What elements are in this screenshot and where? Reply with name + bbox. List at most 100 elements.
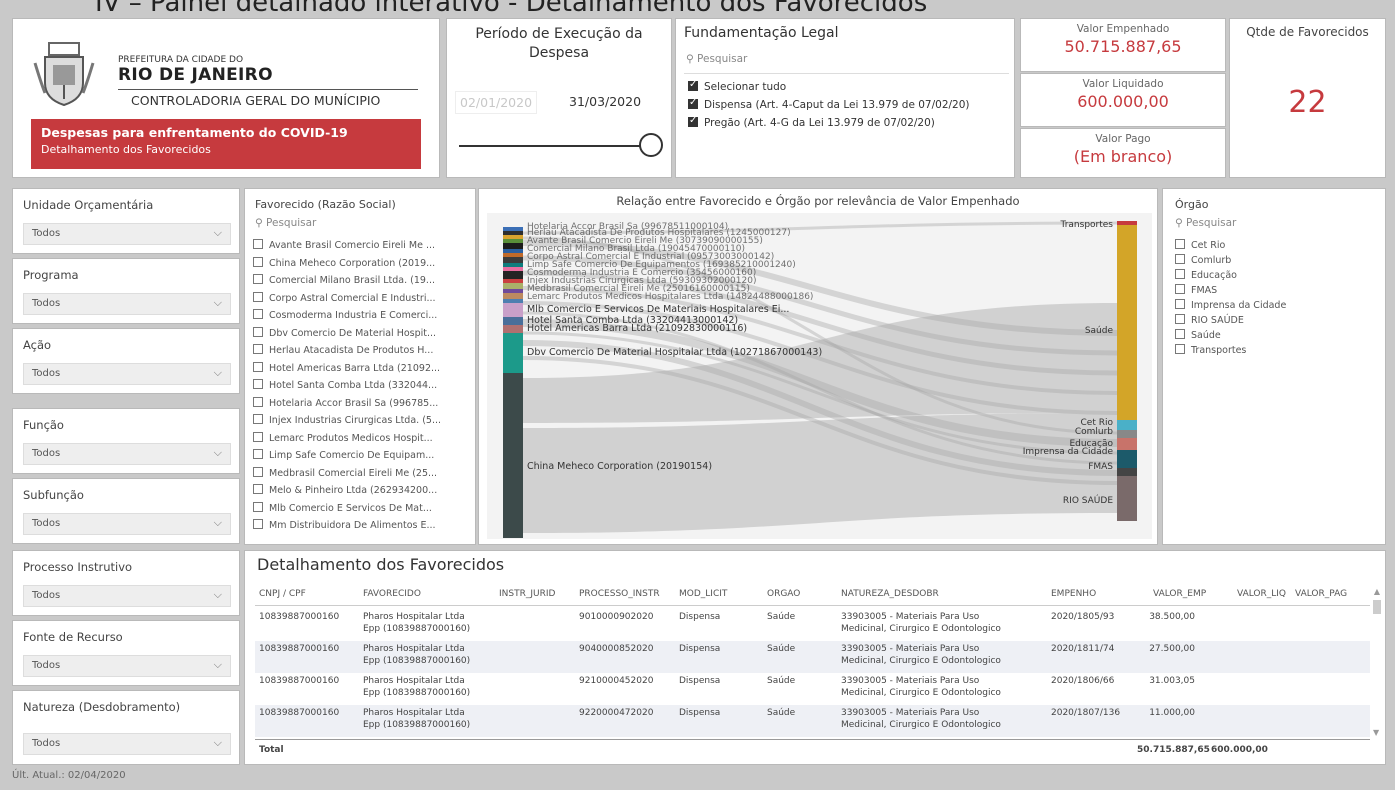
cell-line: Medicinal, Cirurgico E Odontologico [841,720,1001,730]
checkbox-icon[interactable] [253,274,263,284]
favorecido-option[interactable]: Medbrasil Comercial Eireli Me (25... [253,466,437,479]
checkbox-checked-icon[interactable] [688,97,698,109]
favorecido-option[interactable]: Limp Safe Comercio De Equipam... [253,449,434,461]
scroll-thumb[interactable] [1373,600,1381,614]
checkbox-icon[interactable] [1175,329,1185,339]
column-header[interactable]: EMPENHO [1051,589,1096,599]
scroll-down-icon[interactable]: ▼ [1373,728,1379,737]
favorecido-option[interactable]: Injex Industrias Cirurgicas Ltda. (5... [253,414,441,426]
checkbox-icon[interactable] [1175,254,1185,264]
favorecido-option-label: Comercial Milano Brasil Ltda. (19... [269,275,435,286]
favorecido-search[interactable]: ⚲ Pesquisar [255,217,316,229]
sankey-right-label: Imprensa da Cidade [1023,447,1114,457]
column-header[interactable]: CNPJ / CPF [259,589,306,599]
period-slicer: Período de Execução da Despesa 02/01/202… [446,18,672,178]
legal-option-all[interactable]: Selecionar tudo [688,79,786,93]
checkbox-checked-icon[interactable] [688,79,698,91]
checkbox-icon[interactable] [253,519,263,529]
favorecido-option[interactable]: Herlau Atacadista De Produtos H... [253,344,433,356]
orgao-option[interactable]: Comlurb [1175,254,1231,266]
orgao-option[interactable]: Transportes [1175,344,1246,356]
orgao-option[interactable]: Saúde [1175,329,1221,341]
column-header[interactable]: ORGAO [767,589,800,599]
favorecido-option-label: Mlb Comercio E Servicos De Mat... [269,502,432,514]
filter-dropdown[interactable]: Todos ⌵ [23,223,231,245]
filter-dropdown[interactable]: Todos ⌵ [23,443,231,465]
checkbox-icon[interactable] [253,326,263,337]
checkbox-icon[interactable] [1175,299,1185,309]
kpi-label: Valor Pago [1095,133,1151,145]
checkbox-icon[interactable] [253,309,263,319]
checkbox-icon[interactable] [253,501,263,512]
column-header[interactable]: PROCESSO_INSTR [579,589,660,599]
date-range-track[interactable] [459,145,645,147]
checkbox-icon[interactable] [253,379,263,389]
favorecido-option[interactable]: Cosmoderma Industria E Comerci... [253,309,437,321]
orgao-option[interactable]: FMAS [1175,284,1217,296]
legal-search[interactable]: ⚲ Pesquisar [686,53,747,65]
column-header[interactable]: NATUREZA_DESDOBR [841,589,939,599]
checkbox-icon[interactable] [1175,284,1185,294]
column-header[interactable]: VALOR_PAG [1295,589,1347,599]
filter-dropdown[interactable]: Todos ⌵ [23,293,231,315]
table-cell-proc: 9040000852020 [579,644,654,654]
sankey-left-label: Dbv Comercio De Material Hospitalar Ltda… [527,347,822,358]
cell-line: Pharos Hospitalar Ltda [363,676,465,686]
orgao-option[interactable]: Imprensa da Cidade [1175,299,1286,311]
orgao-option[interactable]: Educação [1175,269,1237,281]
checkbox-icon[interactable] [253,484,263,494]
chevron-down-icon: ⌵ [213,296,222,309]
checkbox-icon[interactable] [253,414,263,424]
favorecido-option[interactable]: Avante Brasil Comercio Eireli Me ... [253,239,435,251]
filter-dropdown[interactable]: Todos ⌵ [23,733,231,755]
checkbox-icon[interactable] [1175,344,1185,354]
checkbox-icon[interactable] [253,344,263,354]
favorecido-option[interactable]: Corpo Astral Comercial E Industri... [253,291,436,304]
favorecido-option[interactable]: Hotel Santa Comba Ltda (332044... [253,379,437,391]
favorecido-option[interactable]: Lemarc Produtos Medicos Hospit... [253,431,433,444]
table-cell-cnpj: 10839887000160 [259,708,340,718]
table-scrollbar[interactable]: ▲ ▼ [1373,587,1381,737]
column-header[interactable]: FAVORECIDO [363,589,421,599]
end-date-input[interactable]: 31/03/2020 [565,91,645,112]
checkbox-icon[interactable] [1175,314,1185,324]
column-header[interactable]: MOD_LICIT [679,589,727,599]
favorecido-option[interactable]: Dbv Comercio De Material Hospit... [253,326,436,339]
orgao-option[interactable]: RIO SAÚDE [1175,314,1244,326]
scroll-up-icon[interactable]: ▲ [1373,587,1381,596]
checkbox-icon[interactable] [253,361,263,372]
org-name: RIO DE JANEIRO [118,65,273,85]
table-cell-valor: 27.500,00 [1149,644,1195,654]
favorecido-option[interactable]: Mlb Comercio E Servicos De Mat... [253,501,432,514]
date-range-handle[interactable] [639,133,663,157]
legal-option-dispensa[interactable]: Dispensa (Art. 4-Caput da Lei 13.979 de … [688,97,970,111]
column-header[interactable]: VALOR_LIQ [1237,589,1286,599]
checkbox-icon[interactable] [253,449,263,459]
filter-dropdown[interactable]: Todos ⌵ [23,585,231,607]
filter-dropdown[interactable]: Todos ⌵ [23,513,231,535]
favorecido-option[interactable]: Hotel Americas Barra Ltda (21092... [253,361,440,374]
checkbox-icon[interactable] [253,291,263,302]
checkbox-icon[interactable] [1175,269,1185,279]
column-header[interactable]: VALOR_EMP [1153,589,1206,599]
checkbox-icon[interactable] [253,466,263,477]
checkbox-icon[interactable] [253,239,263,249]
favorecido-option[interactable]: China Meheco Corporation (2019... [253,256,435,269]
column-header[interactable]: INSTR_JURID [499,589,555,599]
legal-option-pregao[interactable]: Pregão (Art. 4-G da Lei 13.979 de 07/02/… [688,115,935,129]
checkbox-icon[interactable] [1175,239,1185,249]
favorecido-option[interactable]: Mm Distribuidora De Alimentos E... [253,519,436,531]
start-date-input[interactable]: 02/01/2020 [455,91,538,114]
favorecido-option[interactable]: Melo & Pinheiro Ltda (262934200... [253,484,437,496]
checkbox-checked-icon[interactable] [688,115,698,127]
checkbox-icon[interactable] [253,396,263,407]
filter-dropdown[interactable]: Todos ⌵ [23,363,231,385]
orgao-search[interactable]: ⚲ Pesquisar [1175,217,1236,229]
orgao-option[interactable]: Cet Rio [1175,239,1225,251]
favorecido-option[interactable]: Comercial Milano Brasil Ltda. (19... [253,274,435,286]
filter-dropdown[interactable]: Todos ⌵ [23,655,231,677]
checkbox-icon[interactable] [253,256,263,267]
favorecido-option[interactable]: Hotelaria Accor Brasil Sa (996785... [253,396,438,409]
checkbox-icon[interactable] [253,431,263,442]
sankey-right-label: Saúde [1085,326,1114,336]
